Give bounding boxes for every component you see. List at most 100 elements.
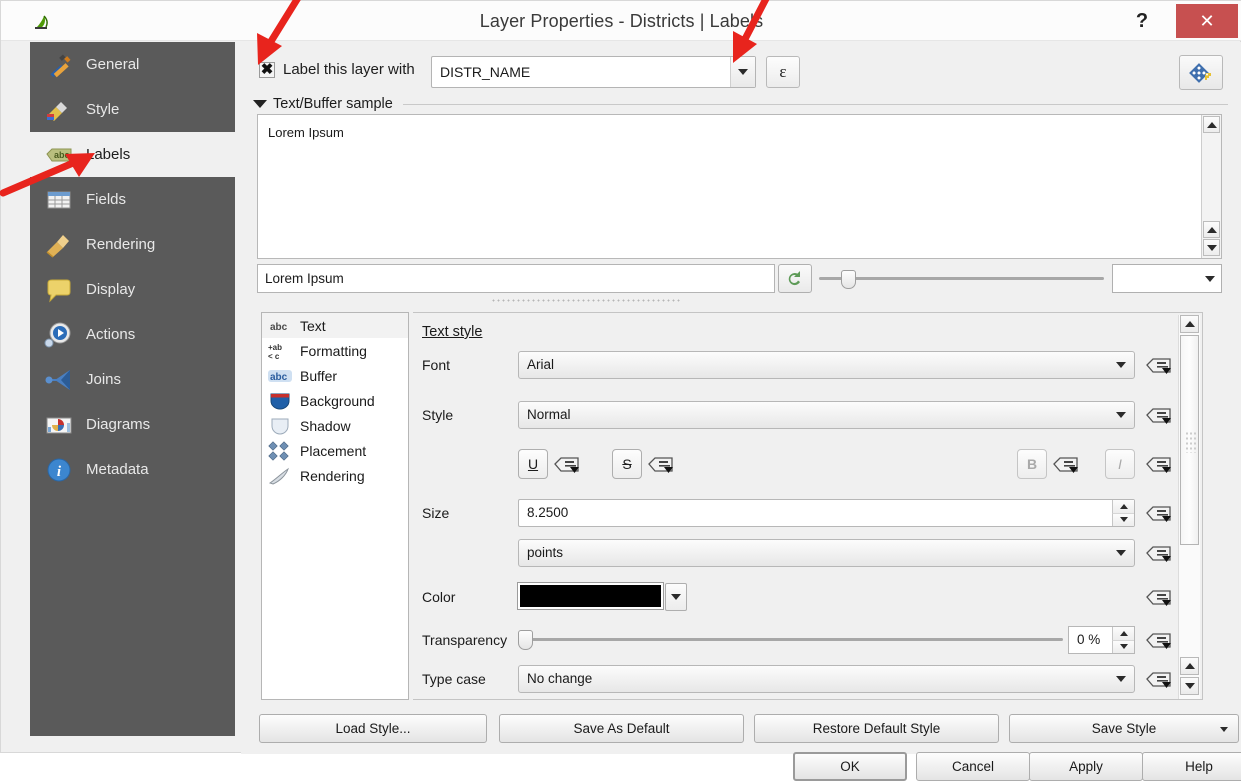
info-icon: i	[44, 455, 74, 485]
stepper-down-icon[interactable]	[1112, 512, 1134, 526]
chevron-down-icon[interactable]	[1110, 540, 1132, 566]
join-icon	[44, 365, 74, 395]
font-combo[interactable]: Arial	[518, 351, 1135, 379]
underline-button[interactable]: U	[518, 449, 548, 479]
label-this-layer-checkbox[interactable]: ✖	[259, 62, 275, 78]
transparency-spinbox[interactable]: 0 %	[1068, 626, 1135, 654]
subtab-text[interactable]: abc Text	[262, 313, 408, 338]
sidebar-item-general[interactable]: General	[30, 42, 235, 87]
chevron-down-icon[interactable]	[1220, 727, 1228, 732]
sidebar-item-labels[interactable]: abc Labels	[30, 132, 235, 177]
sidebar-item-display[interactable]: Display	[30, 267, 235, 312]
sidebar-item-actions[interactable]: Actions	[30, 312, 235, 357]
text-buffer-sample-header[interactable]: Text/Buffer sample	[253, 94, 1228, 114]
subtab-rendering[interactable]: Rendering	[262, 463, 408, 488]
sidebar-item-label: Actions	[86, 326, 136, 343]
ok-button[interactable]: OK	[793, 752, 907, 781]
collapse-caret-icon[interactable]	[253, 100, 267, 108]
bold-button[interactable]: B	[1017, 449, 1047, 479]
typecase-combo[interactable]: No change	[518, 665, 1135, 693]
close-icon[interactable]: ✕	[1176, 4, 1238, 38]
sidebar-item-fields[interactable]: Fields	[30, 177, 235, 222]
save-as-default-button[interactable]: Save As Default	[499, 714, 744, 743]
label-preview-area[interactable]: Lorem Ipsum	[257, 114, 1222, 259]
revert-arrow-icon[interactable]	[778, 264, 812, 293]
sidebar-item-label: Joins	[86, 371, 122, 388]
transparency-data-defined-override-icon[interactable]	[1145, 628, 1173, 652]
chevron-down-icon[interactable]	[1110, 666, 1132, 692]
underline-data-defined-override-icon[interactable]	[553, 452, 581, 476]
svg-text:+ab: +ab	[268, 343, 282, 352]
color-dropdown-icon[interactable]	[665, 583, 687, 611]
sidebar-item-label: Fields	[86, 191, 127, 208]
size-unit-combo[interactable]: points	[518, 539, 1135, 567]
chevron-down-icon[interactable]	[1110, 352, 1132, 378]
label-field-combo[interactable]: DISTR_NAME	[431, 56, 756, 88]
italic-data-defined-override-icon[interactable]	[1145, 452, 1173, 476]
cancel-button[interactable]: Cancel	[916, 752, 1030, 781]
style-row: Style Normal	[413, 401, 1203, 431]
sidebar-item-style[interactable]: Style	[30, 87, 235, 132]
expression-editor-button[interactable]: ε	[766, 56, 800, 88]
scroll-up-icon-2[interactable]	[1203, 221, 1220, 238]
subtab-background[interactable]: Background	[262, 388, 408, 413]
auto-placement-icon[interactable]	[1179, 55, 1223, 90]
sidebar-item-rendering[interactable]: Rendering	[30, 222, 235, 267]
size-label: Size	[422, 505, 450, 521]
sidebar-item-label: Labels	[86, 146, 131, 163]
font-data-defined-override-icon[interactable]	[1145, 353, 1173, 377]
stepper-up-icon[interactable]	[1112, 627, 1134, 640]
sidebar-item-diagrams[interactable]: Diagrams	[30, 402, 235, 447]
subtab-label: Placement	[300, 442, 367, 459]
splitter-grip[interactable]	[491, 298, 681, 304]
preview-zoom-slider[interactable]	[819, 264, 1104, 293]
subtab-placement[interactable]: Placement	[262, 438, 408, 463]
transparency-label: Transparency	[422, 632, 508, 648]
preview-scrollbar[interactable]	[1201, 115, 1221, 258]
size-spinbox[interactable]: 8.2500	[518, 499, 1135, 527]
scroll-down-icon[interactable]	[1203, 239, 1220, 256]
stepper-down-icon[interactable]	[1112, 639, 1134, 653]
scroll-up-icon[interactable]	[1180, 315, 1199, 333]
stepper-up-icon[interactable]	[1112, 500, 1134, 513]
subtab-formatting[interactable]: +ab < c Formatting	[262, 338, 408, 363]
scroll-up-icon-2[interactable]	[1180, 657, 1199, 675]
font-row: Font Arial	[413, 351, 1203, 381]
style-data-defined-override-icon[interactable]	[1145, 403, 1173, 427]
scrollbar-thumb[interactable]	[1180, 335, 1199, 545]
slider-handle[interactable]	[841, 270, 856, 289]
save-style-button[interactable]: Save Style	[1009, 714, 1239, 743]
size-stepper[interactable]	[1112, 500, 1134, 526]
strikeout-button[interactable]: S	[612, 449, 642, 479]
help-question-icon[interactable]: ?	[1122, 1, 1162, 41]
sidebar-item-joins[interactable]: Joins	[30, 357, 235, 402]
chevron-down-icon[interactable]	[730, 57, 755, 87]
transparency-slider[interactable]	[518, 629, 1063, 651]
size-unit-data-defined-override-icon[interactable]	[1145, 541, 1173, 565]
sample-text-input[interactable]: Lorem Ipsum	[257, 264, 775, 293]
bold-data-defined-override-icon[interactable]	[1052, 452, 1080, 476]
load-style-button[interactable]: Load Style...	[259, 714, 487, 743]
scroll-up-icon[interactable]	[1203, 116, 1220, 133]
transparency-stepper[interactable]	[1112, 627, 1134, 653]
slider-handle[interactable]	[518, 630, 533, 650]
style-combo[interactable]: Normal	[518, 401, 1135, 429]
restore-default-style-button[interactable]: Restore Default Style	[754, 714, 999, 743]
apply-button[interactable]: Apply	[1029, 752, 1143, 781]
subtab-buffer[interactable]: abc Buffer	[262, 363, 408, 388]
typecase-row: Type case No change	[413, 665, 1203, 695]
sidebar-item-metadata[interactable]: i Metadata	[30, 447, 235, 492]
scroll-down-icon[interactable]	[1180, 677, 1199, 695]
chevron-down-icon[interactable]	[1199, 265, 1221, 292]
typecase-data-defined-override-icon[interactable]	[1145, 667, 1173, 691]
size-data-defined-override-icon[interactable]	[1145, 501, 1173, 525]
chevron-down-icon[interactable]	[1110, 402, 1132, 428]
strikeout-data-defined-override-icon[interactable]	[647, 452, 675, 476]
color-data-defined-override-icon[interactable]	[1145, 585, 1173, 609]
color-swatch[interactable]	[517, 582, 664, 610]
style-panel-scrollbar[interactable]	[1178, 315, 1200, 699]
help-button[interactable]: Help	[1142, 752, 1241, 781]
preview-zoom-combo[interactable]	[1112, 264, 1222, 293]
subtab-shadow[interactable]: Shadow	[262, 413, 408, 438]
italic-button[interactable]: I	[1105, 449, 1135, 479]
